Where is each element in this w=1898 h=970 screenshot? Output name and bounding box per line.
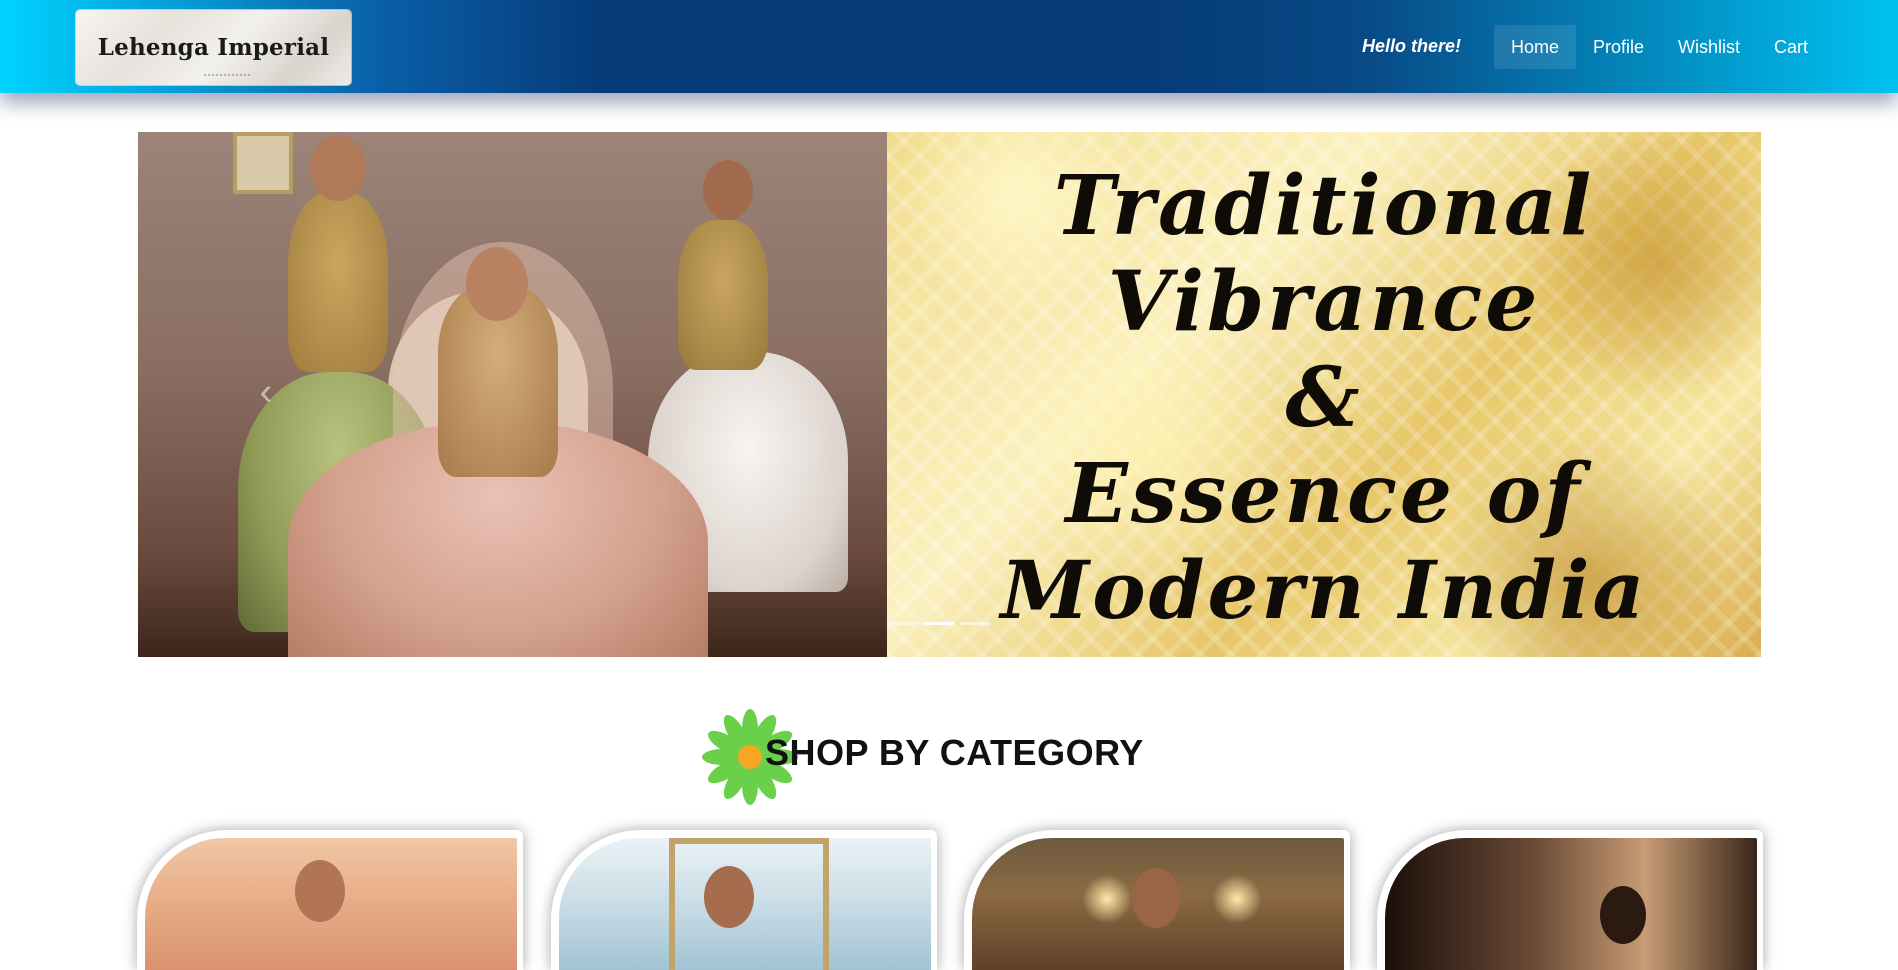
category-image [145,838,517,970]
nav-profile[interactable]: Profile [1576,25,1661,69]
carousel-indicator[interactable] [924,622,954,625]
category-card[interactable] [137,830,523,970]
carousel-indicator[interactable] [960,622,990,625]
category-card[interactable] [964,830,1350,970]
carousel-indicator[interactable] [888,622,918,625]
model-figure [1600,886,1646,944]
hero-carousel: ‹ Traditional Vibrance & Essence of Mode… [138,132,1761,657]
chandelier [1082,874,1132,924]
banner-line: & [1285,350,1363,446]
hero-text-banner: Traditional Vibrance & Essence of Modern… [887,132,1761,657]
logo-text: Lehenga Imperial [97,34,330,61]
category-card[interactable] [1377,830,1763,970]
user-greeting: Hello there! [1362,36,1462,56]
category-card[interactable] [551,830,937,970]
category-image [972,838,1344,970]
right-model-head [703,160,753,220]
carousel-indicators [888,622,990,625]
category-image [1385,838,1757,970]
nav-menu: Home Profile Wishlist Cart [1494,25,1825,69]
top-navbar: Lehenga Imperial Hello there! Home Profi… [0,0,1898,93]
model-figure [1132,868,1180,928]
banner-text: Traditional Vibrance & Essence of Modern… [887,158,1761,638]
logo-ornament [204,66,250,76]
nav-home[interactable]: Home [1494,25,1577,69]
category-image [559,838,931,970]
banner-line: Modern India [1000,543,1648,637]
bride-head [466,247,528,321]
nav-cart[interactable]: Cart [1757,25,1825,69]
chevron-left-icon[interactable]: ‹ [246,372,286,412]
model-figure [295,860,345,922]
chandelier [1212,874,1262,924]
banner-line: Essence of [1065,446,1583,542]
left-model-head [310,135,366,201]
section-title-shop-by-category: SHOP BY CATEGORY [765,732,1144,773]
model-figure [704,866,754,928]
left-model [288,192,388,372]
banner-line: Traditional [1053,158,1595,254]
site-logo[interactable]: Lehenga Imperial [76,10,351,85]
right-model [678,220,768,370]
wall-frame [233,132,293,194]
banner-line: Vibrance [1107,254,1541,350]
nav-wishlist[interactable]: Wishlist [1661,25,1757,69]
